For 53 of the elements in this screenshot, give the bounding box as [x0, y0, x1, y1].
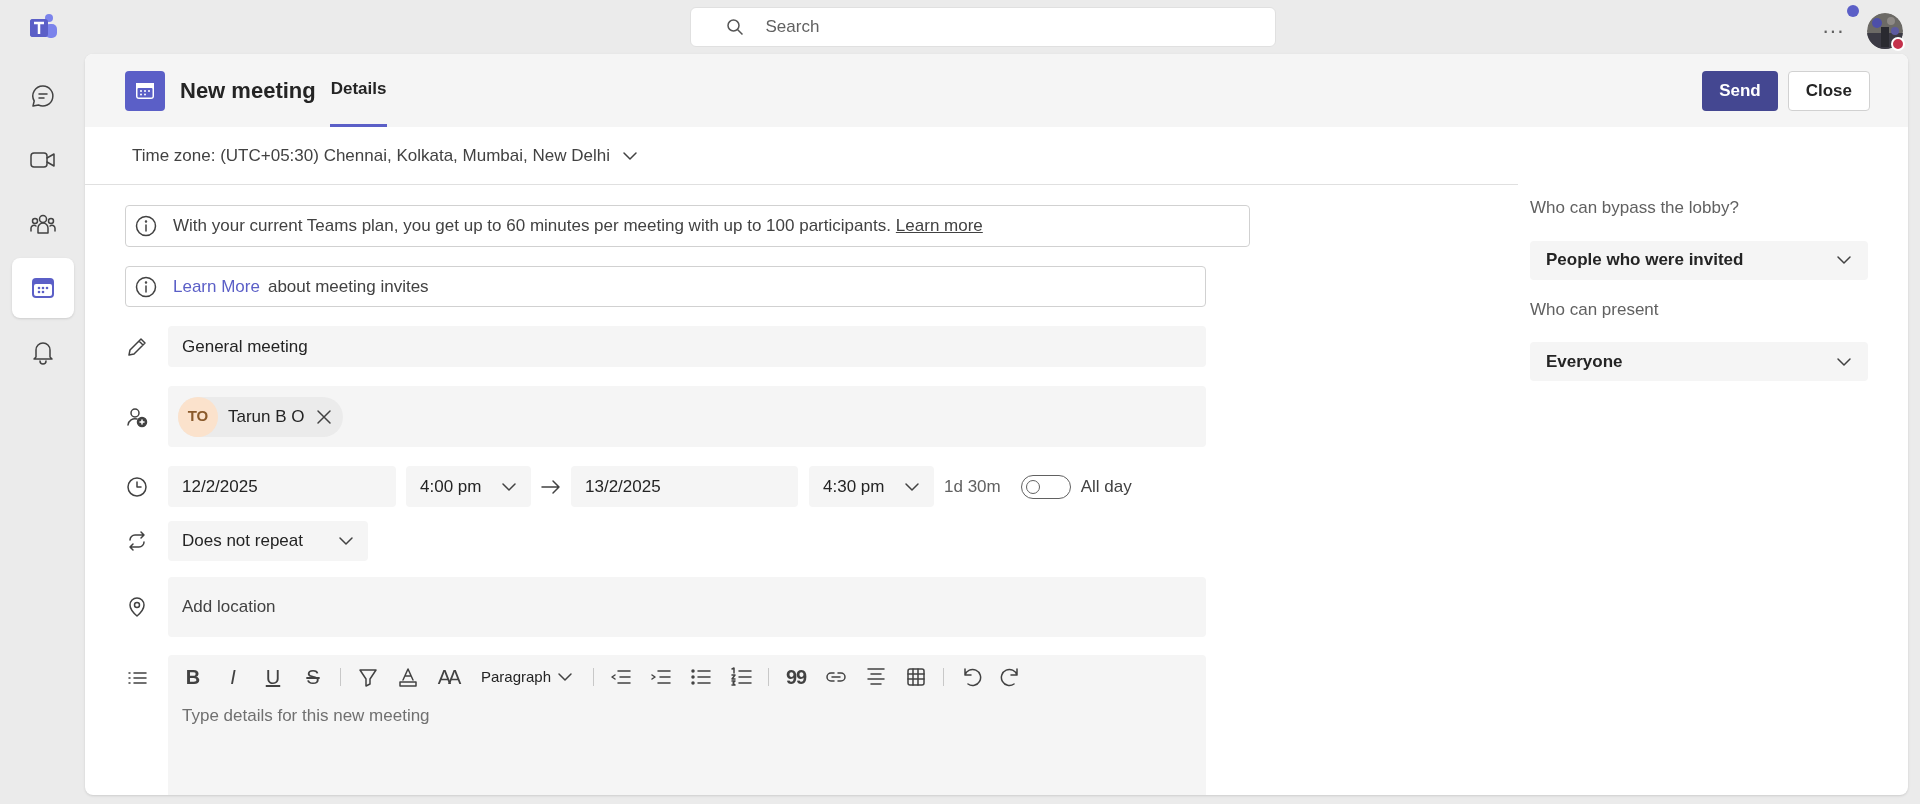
chat-icon[interactable]	[29, 83, 56, 109]
align-center-icon[interactable]	[865, 666, 888, 688]
calendar-icon[interactable]	[29, 275, 56, 301]
learn-more-link[interactable]: Learn more	[895, 213, 983, 239]
underline-button[interactable]: U	[258, 662, 288, 692]
search-field[interactable]: Search	[689, 7, 1276, 47]
paragraph-style-dropdown[interactable]: Paragraph	[473, 665, 582, 689]
clock-icon	[125, 474, 149, 499]
dialog-title: New meeting	[180, 77, 316, 105]
all-day-label: All day	[1080, 475, 1132, 498]
more-options-button[interactable]: ···	[1822, 14, 1844, 47]
start-date-field[interactable]: 12/2/2025	[168, 466, 396, 507]
close-icon[interactable]	[314, 407, 333, 426]
font-size-button[interactable]: AA	[433, 662, 463, 692]
strikethrough-button[interactable]: S	[298, 662, 328, 692]
attendees-field[interactable]: TO Tarun B O	[168, 386, 1206, 447]
send-button[interactable]: Send	[1702, 70, 1778, 111]
all-day-toggle[interactable]	[1020, 474, 1071, 499]
option-label: Who can bypass the lobby?	[1530, 197, 1740, 219]
calendar-icon	[125, 70, 165, 111]
repeat-dropdown[interactable]: Does not repeat	[168, 521, 368, 561]
details-tab[interactable]: Details	[329, 54, 388, 127]
info-icon	[135, 275, 157, 298]
time-zone-dropdown[interactable]: Time zone: (UTC+05:30) Chennai, Kolkata, Mumbai, New Delhi	[132, 142, 638, 169]
close-button[interactable]: Close	[1787, 70, 1870, 111]
bold-button[interactable]: B	[178, 662, 208, 692]
start-time-dropdown[interactable]: 4:00 pm	[406, 466, 531, 507]
attendee-chip[interactable]: TO Tarun B O	[178, 396, 343, 437]
search-icon	[725, 18, 744, 36]
italic-button[interactable]: I	[218, 662, 248, 692]
quote-button[interactable]: 99	[781, 662, 812, 692]
app-logo-icon[interactable]	[27, 13, 58, 41]
bulleted-list-icon[interactable]	[690, 666, 713, 688]
font-color-icon[interactable]	[397, 666, 419, 688]
learn-more-link[interactable]: Learn More	[173, 273, 260, 300]
notice-text: With your current Teams plan, you get up to 60 minutes per meeting with up to 100 participants.	[173, 215, 891, 238]
option-dropdown[interactable]: Everyone	[1530, 342, 1868, 381]
rail-item-highlight[interactable]	[11, 258, 74, 318]
option-label: Who can present	[1530, 298, 1660, 321]
location-field[interactable]: Add location	[168, 577, 1206, 637]
attendee-name: Tarun B O	[228, 405, 305, 428]
end-time-dropdown[interactable]: 4:30 pm	[809, 466, 934, 507]
info-icon	[135, 215, 157, 237]
arrow-right-icon	[541, 478, 561, 495]
notice-text: about meeting invites	[267, 275, 429, 298]
duration-label: 1d 30m	[944, 475, 1001, 498]
title-field[interactable]: General meeting	[168, 326, 1206, 367]
option-dropdown[interactable]: People who were invited	[1530, 240, 1868, 280]
table-icon[interactable]	[905, 666, 928, 688]
end-date-field[interactable]: 13/2/2025	[571, 466, 798, 507]
initials-avatar: TO	[178, 396, 218, 437]
details-editor[interactable]: B I U S AA Paragraph 99 Type details for this new meeting	[168, 655, 1206, 795]
numbered-list-icon[interactable]	[730, 666, 753, 688]
